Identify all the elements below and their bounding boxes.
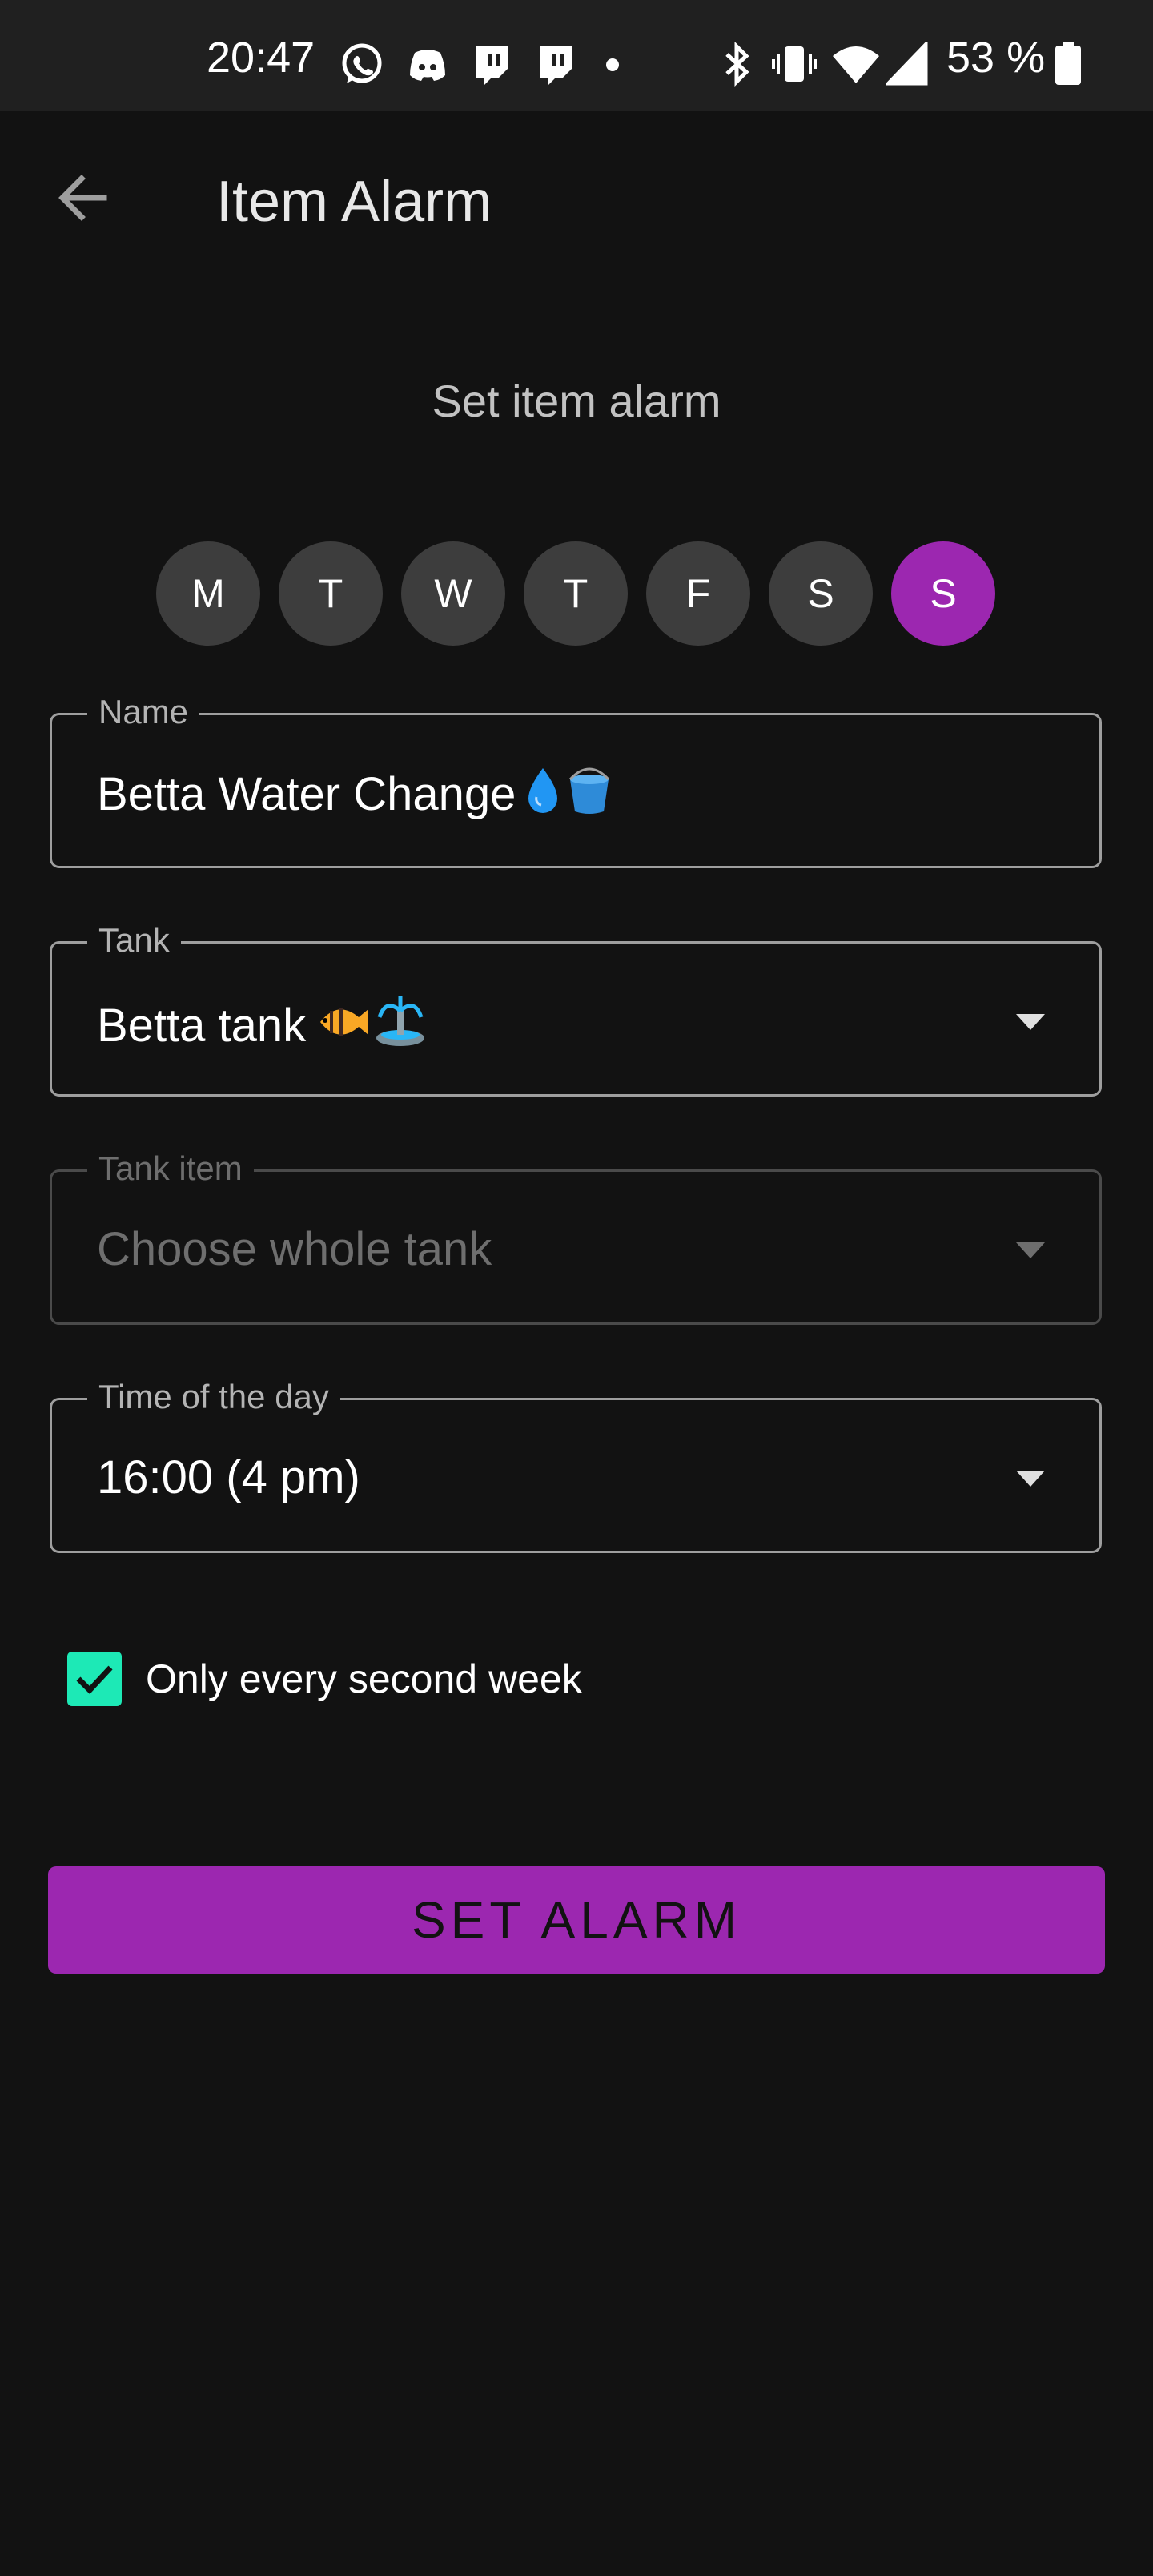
every-second-week-checkbox[interactable]: [67, 1652, 122, 1706]
chevron-down-icon: [1016, 1471, 1045, 1487]
page-title: Item Alarm: [216, 170, 492, 234]
fish-fountain-emoji: [314, 993, 428, 1061]
back-button[interactable]: [48, 162, 120, 234]
discord-icon: [405, 42, 450, 91]
tank-item-field-label: Tank item: [87, 1148, 254, 1189]
vibrate-icon: [770, 42, 818, 91]
battery-icon: [1054, 42, 1083, 91]
tank-field-value: Betta tank: [97, 993, 428, 1061]
twitch-icon: [532, 42, 576, 91]
day-chip-saturday[interactable]: S: [769, 541, 873, 646]
name-field-label: Name: [87, 691, 200, 733]
section-heading: Set item alarm: [432, 376, 721, 426]
day-chip-monday[interactable]: M: [156, 541, 260, 646]
time-field-label: Time of the day: [87, 1376, 340, 1418]
screen: 20:47 53 % Item Alarm Set item alarm M T…: [0, 0, 1153, 2576]
dot-icon: [605, 58, 620, 76]
battery-percent: 53 %: [946, 34, 1046, 82]
app-bar: Item Alarm: [0, 111, 1153, 280]
bluetooth-icon: [717, 41, 757, 91]
day-chip-thursday[interactable]: T: [524, 541, 628, 646]
day-chip-wednesday[interactable]: W: [401, 541, 505, 646]
set-alarm-button[interactable]: SET ALARM: [48, 1866, 1105, 1974]
tank-item-field-value: Choose whole tank: [97, 1223, 492, 1275]
wifi-icon: [831, 42, 881, 91]
water-bucket-emoji: [524, 765, 613, 829]
check-icon: [76, 1665, 113, 1695]
time-field-value: 16:00 (4 pm): [97, 1451, 360, 1503]
name-text: Betta Water Change: [97, 768, 516, 820]
whatsapp-icon: [339, 42, 384, 91]
time-of-day-dropdown[interactable]: Time of the day 16:00 (4 pm): [50, 1376, 1102, 1553]
tank-item-dropdown: Tank item Choose whole tank: [50, 1148, 1102, 1325]
tank-field-label: Tank: [87, 920, 181, 961]
every-second-week-label: Only every second week: [146, 1656, 582, 1701]
name-field-value: Betta Water Change: [97, 765, 613, 829]
day-chip-sunday[interactable]: S: [891, 541, 995, 646]
twitch-icon: [468, 42, 512, 91]
chevron-down-icon: [1016, 1014, 1045, 1030]
day-chip-friday[interactable]: F: [646, 541, 750, 646]
name-field[interactable]: Name Betta Water Change: [50, 691, 1102, 868]
arrow-back-icon: [58, 175, 107, 221]
day-chip-tuesday[interactable]: T: [279, 541, 383, 646]
signal-icon: [884, 39, 929, 91]
status-bar: 20:47 53 %: [0, 0, 1153, 111]
chevron-down-icon: [1016, 1242, 1045, 1258]
tank-dropdown[interactable]: Tank Betta tank: [50, 920, 1102, 1097]
status-time: 20:47: [207, 34, 315, 82]
tank-text: Betta tank: [97, 1000, 307, 1052]
